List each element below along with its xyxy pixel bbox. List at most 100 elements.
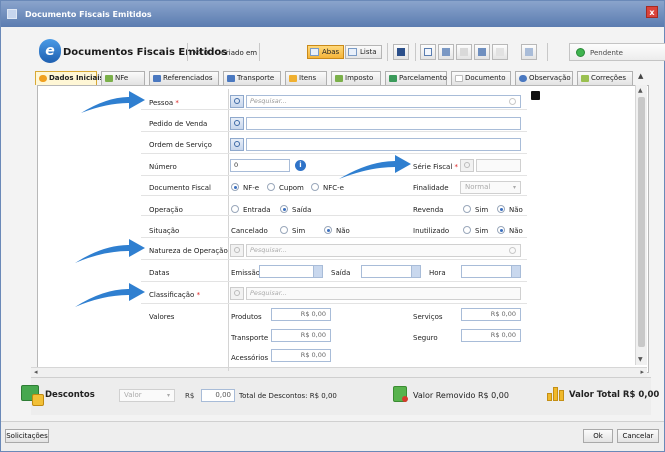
tab-correcoes[interactable]: Correções xyxy=(577,71,633,85)
produtos-label: Produtos xyxy=(231,313,262,321)
cancel-button[interactable]: Cancelar xyxy=(617,429,659,443)
expand-panel-icon[interactable] xyxy=(531,91,540,100)
view-list-button[interactable]: Lista xyxy=(345,45,382,59)
radio-cupom[interactable] xyxy=(267,183,275,191)
edit-button[interactable] xyxy=(492,44,508,60)
servicos-label: Serviços xyxy=(413,313,443,321)
send-button[interactable] xyxy=(521,44,537,60)
saida-label: Saída xyxy=(331,269,351,277)
finalidade-select[interactable]: Normal ▾ xyxy=(460,181,521,194)
tab-imposto[interactable]: Imposto xyxy=(331,71,381,85)
lock-button[interactable] xyxy=(456,44,472,60)
descontos-label: Descontos xyxy=(45,390,95,400)
radio-inutilizado-sim[interactable] xyxy=(463,226,471,234)
produtos-input[interactable]: R$ 0,00 xyxy=(271,308,331,321)
discount-icon xyxy=(21,385,44,406)
natureza-search-button[interactable] xyxy=(230,244,244,257)
ok-button[interactable]: Ok xyxy=(583,429,613,443)
print-button[interactable] xyxy=(438,44,454,60)
truck-icon xyxy=(227,75,235,82)
radio-revenda-sim[interactable] xyxy=(463,205,471,213)
toolbar: e Documentos Fiscais Emitidos Nº 0 Criad… xyxy=(31,37,665,67)
solicitacoes-button[interactable]: Solicitações xyxy=(5,429,49,443)
pedido-search-button[interactable] xyxy=(230,117,244,130)
items-icon xyxy=(289,75,297,82)
divider xyxy=(547,43,548,61)
nfe-icon xyxy=(105,75,113,82)
search-icon xyxy=(464,162,470,168)
tab-itens[interactable]: Itens xyxy=(285,71,327,85)
radio-cancelado-nao[interactable] xyxy=(324,226,332,234)
numero-input[interactable]: 0 xyxy=(230,159,290,172)
divider xyxy=(415,43,416,61)
servicos-input[interactable]: R$ 0,00 xyxy=(461,308,521,321)
radio-cancelado-sim[interactable] xyxy=(280,226,288,234)
scroll-thumb[interactable] xyxy=(638,97,645,347)
divider xyxy=(141,303,527,304)
pessoa-search-button[interactable] xyxy=(230,95,244,108)
tab-referenciados[interactable]: Referenciados xyxy=(149,71,219,85)
ordem-servico-input[interactable] xyxy=(246,138,521,151)
clock-icon[interactable] xyxy=(511,266,520,277)
radio-nfe-label: NF-e xyxy=(243,184,260,192)
calendar-icon[interactable] xyxy=(313,266,322,277)
radio-nfce[interactable] xyxy=(311,183,319,191)
tab-nfe[interactable]: NFe xyxy=(101,71,145,85)
preview-button[interactable] xyxy=(420,44,436,60)
serie-fiscal-input[interactable] xyxy=(476,159,521,172)
serie-search-button[interactable] xyxy=(460,159,474,172)
scroll-left-icon[interactable]: ◂ xyxy=(34,368,38,376)
hora-input[interactable] xyxy=(461,265,521,278)
calendar-icon[interactable] xyxy=(411,266,420,277)
divider xyxy=(141,195,527,196)
cancelado-label: Cancelado xyxy=(231,227,268,235)
save-button[interactable] xyxy=(393,44,409,60)
seguro-input[interactable]: R$ 0,00 xyxy=(461,329,521,342)
export-button[interactable] xyxy=(474,44,490,60)
radio-nfe[interactable] xyxy=(231,183,239,191)
scroll-up-icon[interactable]: ▲ xyxy=(638,87,643,94)
natureza-operacao-label: Natureza de Operação * xyxy=(149,247,233,255)
total-descontos: Total de Descontos: R$ 0,00 xyxy=(239,392,337,400)
search-icon xyxy=(234,98,240,104)
emissao-date-input[interactable] xyxy=(259,265,323,278)
app-logo-icon: e xyxy=(39,39,61,63)
arrow-pointer-icon xyxy=(339,155,411,179)
tab-parcelamento[interactable]: Parcelamento xyxy=(385,71,447,85)
transporte-label: Transporte xyxy=(231,334,269,342)
radio-inutilizado-nao[interactable] xyxy=(497,226,505,234)
classificacao-search-button[interactable] xyxy=(230,287,244,300)
status-dropdown[interactable]: Pendente ▾ xyxy=(569,43,665,61)
vertical-scrollbar[interactable]: ▲ ▼ xyxy=(635,85,647,365)
valores-label: Valores xyxy=(149,313,175,321)
radio-revenda-nao-label: Não xyxy=(509,206,523,214)
transporte-input[interactable]: R$ 0,00 xyxy=(271,329,331,342)
radio-saida[interactable] xyxy=(280,205,288,213)
ordem-search-button[interactable] xyxy=(230,138,244,151)
tab-documento[interactable]: Documento xyxy=(451,71,511,85)
pessoa-input[interactable]: Pesquisar... xyxy=(246,95,521,108)
discount-value-input[interactable]: 0,00 xyxy=(201,389,235,402)
tabs-scroll-up-icon[interactable]: ▲ xyxy=(638,72,643,80)
close-icon[interactable]: x xyxy=(646,6,658,18)
view-tabs-button[interactable]: Abas xyxy=(307,45,345,59)
discount-type-select[interactable]: Valor ▾ xyxy=(119,389,175,402)
radio-cancelado-nao-label: Não xyxy=(336,227,350,235)
scroll-right-icon[interactable]: ▸ xyxy=(640,368,644,376)
scroll-down-icon[interactable]: ▼ xyxy=(638,356,643,363)
acessorios-input[interactable]: R$ 0,00 xyxy=(271,349,331,362)
tab-observacao[interactable]: Observação xyxy=(515,71,573,85)
saida-date-input[interactable] xyxy=(361,265,421,278)
natureza-operacao-input[interactable]: Pesquisar... xyxy=(246,244,521,257)
divider xyxy=(387,43,388,61)
clear-icon[interactable] xyxy=(509,247,516,254)
tab-transporte[interactable]: Transporte xyxy=(223,71,281,85)
radio-revenda-nao[interactable] xyxy=(497,205,505,213)
tab-dados-iniciais[interactable]: Dados Iniciais xyxy=(35,71,104,85)
classificacao-input[interactable]: Pesquisar... xyxy=(246,287,521,300)
info-icon[interactable]: i xyxy=(295,160,306,171)
pedido-venda-input[interactable] xyxy=(246,117,521,130)
clear-icon[interactable] xyxy=(509,98,516,105)
radio-saida-label: Saída xyxy=(292,206,312,214)
radio-entrada[interactable] xyxy=(231,205,239,213)
